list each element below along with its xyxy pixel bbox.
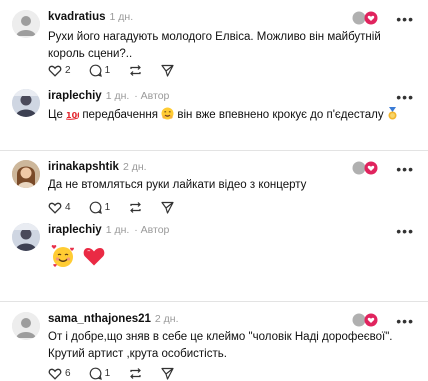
username[interactable]: iraplechiy 1 дн. · Автор <box>48 224 169 236</box>
like-button[interactable]: 2 <box>48 64 71 77</box>
reply-count: 1 <box>104 367 111 379</box>
red-heart-emoji-icon <box>82 245 106 272</box>
avatar[interactable] <box>12 10 40 38</box>
comment-bubble-icon <box>89 367 102 380</box>
avatar[interactable] <box>12 160 40 188</box>
like-count: 6 <box>65 367 71 379</box>
comment-4-author-reply: iraplechiy 1 дн. · Автор ••• <box>0 219 428 299</box>
reply-count: 1 <box>104 201 111 213</box>
repost-button[interactable] <box>128 64 143 77</box>
send-icon <box>161 64 174 77</box>
comment-bubble-icon <box>89 64 102 77</box>
comment-text: Да не втомляться руки лайкати відео з ко… <box>48 179 307 191</box>
author-label: · Автор <box>131 90 170 102</box>
reply-button[interactable]: 1 <box>89 201 111 214</box>
emoji-reply <box>50 243 106 274</box>
heart-outline-icon <box>48 65 62 77</box>
avatar[interactable] <box>12 223 40 251</box>
send-icon <box>161 201 174 214</box>
repost-button[interactable] <box>128 367 143 380</box>
more-options-icon[interactable]: ••• <box>396 90 414 104</box>
timestamp: 2 дн. <box>122 161 147 173</box>
repost-icon <box>130 64 141 76</box>
liked-by-author-badge <box>352 161 378 175</box>
avatar[interactable] <box>12 89 40 117</box>
medal-emoji-icon <box>387 107 398 126</box>
liked-by-author-badge <box>352 313 378 327</box>
reply-button[interactable]: 1 <box>89 367 111 380</box>
hundred-points-emoji-icon: 100 <box>66 109 83 126</box>
username[interactable]: sama_nthajones21 2 дн. <box>48 313 179 325</box>
comment-2-author-reply: iraplechiy1 дн. · Автор ••• Це 100 перед… <box>0 88 428 148</box>
like-button[interactable]: 6 <box>48 367 71 380</box>
author-label: · Автор <box>131 224 170 236</box>
like-count: 2 <box>65 64 71 76</box>
timestamp: 1 дн. <box>105 224 130 236</box>
username[interactable]: kvadratius 1 дн. <box>48 11 133 23</box>
action-bar: 4 1 <box>48 199 192 215</box>
comment-1: kvadratius 1 дн. ••• Рухи його нагадують … <box>0 0 428 88</box>
share-button[interactable] <box>161 64 174 77</box>
repost-icon <box>130 201 141 213</box>
comment-bubble-icon <box>89 201 102 214</box>
smiling-face-with-hearts-emoji-icon <box>50 243 76 274</box>
comment-5: sama_nthajones21 2 дн. ••• От і добре,що … <box>0 302 428 381</box>
heart-outline-icon <box>48 202 62 214</box>
share-button[interactable] <box>161 201 174 214</box>
repost-icon <box>130 367 141 379</box>
comment-3: irinakapshtik 2 дн. ••• Да не втомляться … <box>0 151 428 219</box>
more-options-icon[interactable]: ••• <box>396 12 414 26</box>
timestamp: 2 дн. <box>154 313 179 325</box>
reply-button[interactable]: 1 <box>89 64 111 77</box>
username[interactable]: irinakapshtik 2 дн. <box>48 161 147 173</box>
more-options-icon[interactable]: ••• <box>396 224 414 238</box>
reply-count: 1 <box>104 64 111 76</box>
action-bar: 6 1 <box>48 365 192 381</box>
more-options-icon[interactable]: ••• <box>396 162 414 176</box>
like-count: 4 <box>65 201 71 213</box>
timestamp: 1 дн. <box>109 11 134 23</box>
avatar[interactable] <box>12 312 40 340</box>
repost-button[interactable] <box>128 201 143 214</box>
share-button[interactable] <box>161 367 174 380</box>
comment-text: От і добре,що зняв в себе це клеймо "чол… <box>48 331 393 360</box>
liked-by-author-badge <box>352 11 378 25</box>
heart-outline-icon <box>48 368 62 380</box>
more-options-icon[interactable]: ••• <box>396 314 414 328</box>
timestamp: 1 дн. <box>105 90 130 102</box>
hugging-face-emoji-icon <box>161 107 174 126</box>
action-bar: 2 1 <box>48 62 192 78</box>
username[interactable]: iraplechiy 1 дн. · Автор <box>48 90 169 102</box>
comment-text: Це 100 передбачення він вже впевнено кро… <box>48 107 398 126</box>
comment-text: Рухи його нагадують молодого Елвіса. Мож… <box>48 31 381 60</box>
like-button[interactable]: 4 <box>48 201 71 214</box>
send-icon <box>161 367 174 380</box>
